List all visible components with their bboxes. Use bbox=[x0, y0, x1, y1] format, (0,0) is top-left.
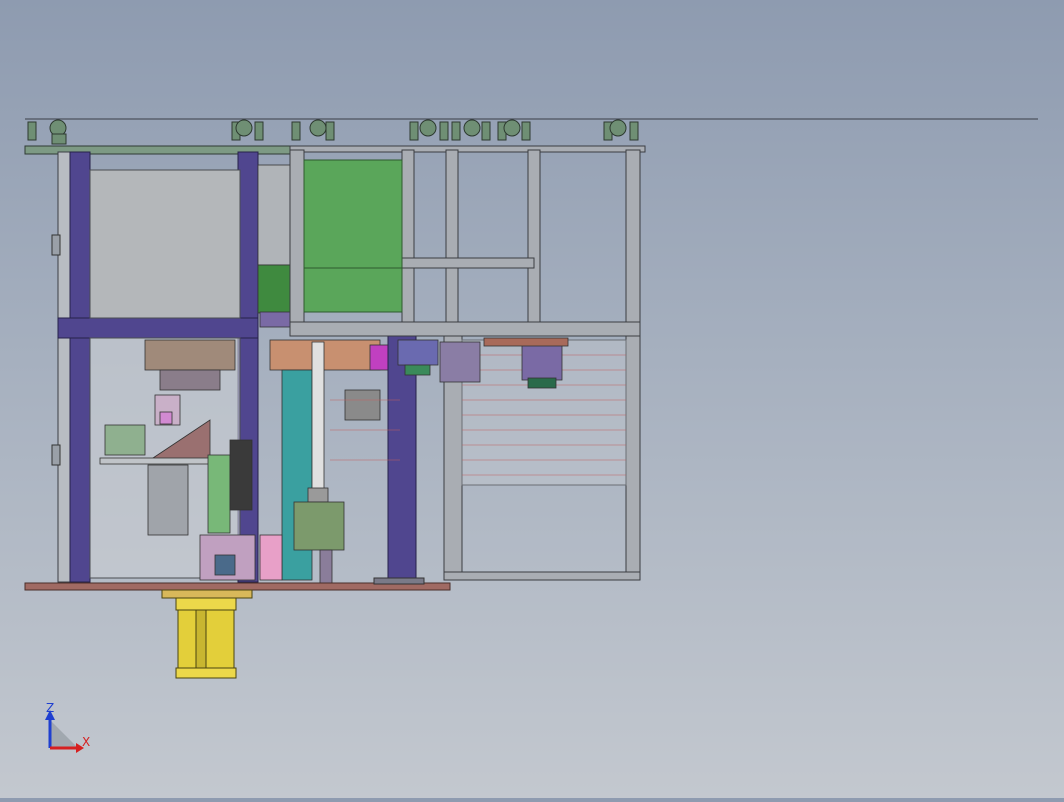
caster-wheel-row bbox=[27, 119, 639, 145]
caster-wheel bbox=[231, 119, 264, 141]
caster-wheel bbox=[409, 119, 449, 141]
x-axis-label: X bbox=[82, 735, 90, 749]
caster-wheel bbox=[27, 119, 67, 145]
caster-wheel bbox=[603, 119, 639, 141]
right-floor-plate bbox=[373, 577, 425, 585]
triad-plane-icon bbox=[50, 720, 78, 748]
assembly-drawing[interactable]: Z X bbox=[0, 0, 1064, 798]
z-axis-label: Z bbox=[46, 701, 54, 715]
yellow-cylinder bbox=[161, 589, 253, 679]
cad-viewport[interactable]: Z X bbox=[0, 0, 1064, 798]
green-panel-lower bbox=[303, 267, 403, 313]
caster-wheel bbox=[451, 119, 491, 141]
caster-wheel bbox=[497, 119, 531, 141]
caster-wheel bbox=[291, 119, 335, 141]
top-rail-right bbox=[289, 145, 646, 153]
coordinate-triad: Z X bbox=[45, 701, 90, 753]
